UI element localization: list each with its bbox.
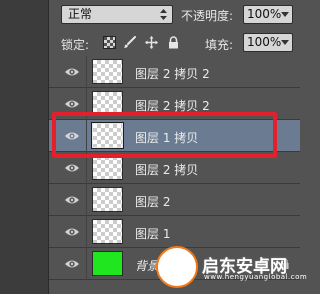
row-divider — [86, 216, 87, 248]
row-divider — [86, 88, 87, 120]
left-rail — [0, 0, 48, 294]
layer-name[interactable]: 图层 2 拷贝 2 — [135, 65, 210, 82]
layer-row-selected[interactable]: 图层 1 拷贝 — [49, 120, 300, 152]
layer-name[interactable]: 图层 1 — [135, 225, 170, 242]
lock-label: 锁定: — [61, 38, 90, 52]
watermark: 启东安卓网 www.hengyuanglobal.com — [156, 242, 307, 292]
lock-transparent-pixels-icon[interactable] — [103, 36, 116, 49]
eye-icon[interactable] — [64, 130, 80, 142]
layer-name[interactable]: 图层 2 拷贝 2 — [135, 97, 210, 114]
eye-icon[interactable] — [64, 98, 80, 110]
row-divider — [86, 248, 87, 280]
layer-row[interactable]: 图层 2 拷贝 2 — [49, 88, 300, 120]
layer-thumbnail[interactable] — [92, 219, 123, 244]
eye-icon[interactable] — [64, 258, 80, 270]
blend-opacity-row: 正常 不透明度: 100% — [49, 0, 300, 30]
opacity-value: 100% — [247, 7, 282, 21]
fill-field[interactable]: 100% — [243, 33, 293, 52]
layer-name[interactable]: 图层 2 拷贝 — [135, 161, 198, 178]
opacity-dropdown-icon[interactable] — [281, 12, 289, 17]
layer-row[interactable]: 图层 2 拷贝 2 — [49, 56, 300, 88]
blend-mode-select[interactable]: 正常 — [61, 5, 173, 24]
lock-image-pixels-brush-icon[interactable] — [123, 36, 136, 49]
layer-thumbnail[interactable] — [92, 59, 123, 84]
layer-row[interactable]: 图层 2 拷贝 — [49, 152, 300, 184]
layer-row[interactable]: 图层 2 — [49, 184, 300, 216]
fill-dropdown-icon[interactable] — [281, 40, 289, 45]
eye-icon[interactable] — [64, 66, 80, 78]
layer-thumbnail[interactable] — [92, 91, 123, 116]
blend-mode-value: 正常 — [68, 7, 93, 21]
row-divider — [86, 120, 87, 152]
layer-thumbnail[interactable] — [92, 187, 123, 212]
layer-name[interactable]: 图层 1 拷贝 — [135, 129, 198, 146]
layer-name[interactable]: 图层 2 — [135, 193, 170, 210]
opacity-label: 不透明度: — [181, 9, 234, 23]
watermark-url-text: www.hengyuanglobal.com — [204, 273, 308, 281]
eye-icon[interactable] — [64, 162, 80, 174]
select-arrows-icon — [160, 9, 167, 20]
row-divider — [86, 184, 87, 216]
lock-position-move-icon[interactable] — [145, 36, 158, 49]
fill-label: 填充: — [205, 38, 234, 52]
background-layer-thumbnail[interactable] — [92, 251, 123, 276]
eye-icon[interactable] — [64, 226, 80, 238]
eye-icon[interactable] — [64, 194, 80, 206]
row-divider — [86, 152, 87, 184]
opacity-field[interactable]: 100% — [243, 5, 293, 24]
row-divider — [86, 56, 87, 88]
fill-value: 100% — [247, 35, 282, 49]
layer-thumbnail[interactable] — [91, 122, 124, 149]
lock-fill-row: 锁定: 填充: 100% — [49, 30, 300, 56]
layer-thumbnail[interactable] — [92, 155, 123, 180]
watermark-logo-icon — [156, 246, 198, 288]
lock-all-icon[interactable] — [167, 36, 180, 49]
